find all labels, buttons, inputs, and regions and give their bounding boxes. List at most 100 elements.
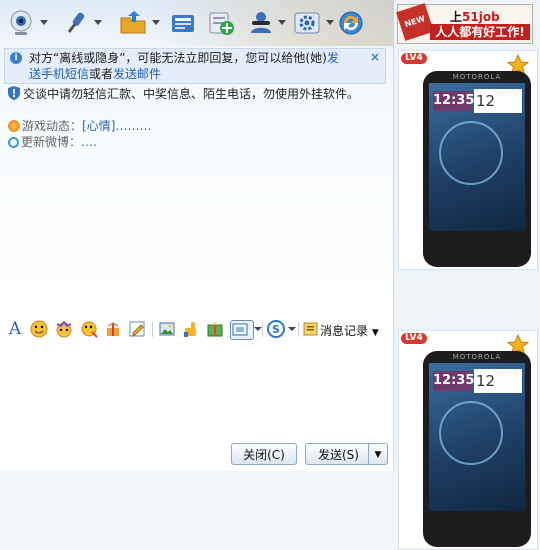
smiley-icon [30, 320, 48, 338]
chevron-down-icon[interactable] [254, 327, 262, 331]
magic-emoticon-button[interactable] [55, 320, 73, 338]
phone-brand: MOTOROLA [452, 73, 502, 81]
invite-friends-button[interactable] [246, 8, 276, 38]
toolbar-separator [298, 322, 299, 337]
user-group-icon [251, 12, 271, 33]
screenshot-button[interactable] [230, 320, 254, 340]
dial-ring [439, 401, 503, 465]
image-icon [159, 322, 175, 336]
send-sms-button[interactable] [168, 8, 198, 38]
chat-panel: i 对方“离线或隐身”，可能无法立即回复，您可以给他(她)发送手机短信或者发送邮… [0, 0, 393, 471]
gear-icon [294, 12, 320, 34]
phone-screen: 12:35 12 [429, 83, 525, 231]
send-image-button[interactable] [158, 320, 176, 338]
phone-ad-card[interactable]: LV4 … MOTOROLA 12:35 12 [398, 50, 538, 270]
level-badge: LV4 [401, 53, 427, 64]
feed-label: 更新微博： [21, 135, 82, 149]
svg-text:S: S [272, 323, 280, 336]
offline-notice-bar: i 对方“离线或隐身”，可能无法立即回复，您可以给他(她)发送手机短信或者发送邮… [4, 48, 386, 84]
game-feed: 游戏动态：[心情]……… [8, 118, 308, 134]
phone-brand: MOTOROLA [452, 353, 502, 361]
game-icon [8, 120, 20, 132]
phone-screen: 12:35 12 [429, 363, 525, 511]
message-record-icon-wrap[interactable] [302, 320, 320, 338]
screenshot-icon [232, 323, 248, 336]
new-badge: NEW [396, 3, 434, 41]
calendar-widget: 12 [474, 369, 522, 393]
phone-image: MOTOROLA 12:35 12 [423, 71, 531, 267]
soso-button[interactable]: S [267, 320, 285, 338]
mood-link[interactable]: [心情] [82, 119, 115, 133]
toolbar-separator [152, 322, 153, 337]
ad-line-1: 上51job [450, 8, 500, 25]
notice-text-part: 或者 [89, 67, 114, 81]
weibo-icon [8, 137, 19, 148]
job-ad-banner[interactable]: NEW 上51job 人人都有好工作! [396, 3, 533, 44]
settings-button[interactable] [292, 8, 322, 38]
feed-label: 游戏动态： [22, 119, 83, 133]
send-email-link[interactable]: 发送邮件 [113, 67, 161, 81]
font-icon[interactable]: A [6, 320, 24, 338]
calendar-widget: 12 [474, 89, 522, 113]
chat-toolbar [0, 0, 393, 46]
pet-button[interactable] [182, 320, 200, 338]
chevron-down-icon[interactable] [152, 20, 160, 25]
security-warning-text: 交谈中请勿轻信汇款、中奖信息、陌生电话，勿使用外挂软件。 [23, 87, 360, 101]
security-warning: 交谈中请勿轻信汇款、中奖信息、陌生电话，勿使用外挂软件。 [8, 86, 388, 102]
magic-face-icon [56, 320, 72, 338]
add-app-button[interactable] [206, 8, 236, 38]
ad-brand: 51job [462, 10, 500, 24]
gift-button[interactable] [104, 320, 122, 338]
level-badge: LV4 [401, 333, 427, 344]
offline-notice-text: 对方“离线或隐身”，可能无法立即回复，您可以给他(她)发送手机短信或者发送邮件 [29, 50, 349, 82]
search-s-icon: S [267, 320, 285, 338]
feed-tail: ……… [115, 119, 152, 133]
emoticon-button[interactable] [30, 320, 48, 338]
globe-arrow-icon [339, 11, 363, 35]
microphone-button[interactable] [60, 8, 90, 38]
message-record-label: 消息记录 [320, 324, 369, 338]
shield-icon [8, 86, 20, 100]
chevron-down-icon[interactable] [288, 327, 296, 331]
notice-text-part: 对方“离线或隐身”，可能无法立即回复，您可以给他(她) [29, 51, 327, 65]
message-record-button[interactable]: 消息记录 ▼ [320, 322, 379, 339]
hand-gift-icon [107, 322, 119, 336]
send-file-button[interactable] [118, 8, 148, 38]
doodle-button[interactable] [128, 320, 146, 338]
weibo-link[interactable]: …. [81, 135, 97, 149]
phone-nav-buttons [429, 239, 525, 261]
toolbar-separator [262, 322, 263, 337]
phone-image: MOTOROLA 12:35 12 [423, 351, 531, 547]
weibo-feed: 更新微博：…. [8, 134, 308, 150]
webcam-button[interactable] [6, 8, 36, 38]
shake-button[interactable] [80, 320, 98, 338]
phone-ad-card[interactable]: LV4 … MOTOROLA 12:35 12 [398, 330, 538, 550]
dial-ring [439, 121, 503, 185]
send-button-label: 发送(S) [318, 448, 359, 462]
info-icon: i [10, 52, 22, 64]
microphone-icon [67, 12, 85, 33]
envelope-icon [172, 15, 194, 32]
ad-line1-prefix: 上 [450, 10, 463, 24]
music-box-icon [207, 322, 223, 337]
clock-widget: 12:35 [433, 371, 474, 391]
chevron-down-icon[interactable] [40, 20, 48, 25]
green-plus-icon [209, 12, 234, 35]
chevron-down-icon[interactable] [94, 20, 102, 25]
chevron-down-icon[interactable] [278, 20, 286, 25]
folder-icon [120, 11, 146, 34]
send-options-chevron-icon[interactable]: ▼ [368, 444, 387, 464]
ad-line-2: 人人都有好工作! [430, 24, 530, 40]
message-input[interactable] [0, 342, 393, 440]
pencil-icon [129, 321, 145, 337]
thumb-icon [184, 322, 196, 337]
music-button[interactable] [206, 320, 224, 338]
chevron-down-icon[interactable] [326, 20, 334, 25]
history-icon [303, 322, 318, 336]
ad-sidebar: NEW 上51job 人人都有好工作! LV4 … MOTOROLA 12:35… [393, 0, 540, 550]
remote-assist-button[interactable] [336, 8, 366, 38]
send-button[interactable]: 发送(S) ▼ [305, 443, 388, 465]
close-icon[interactable]: × [370, 50, 380, 64]
close-button[interactable]: 关闭(C) [231, 443, 297, 465]
format-toolbar: A S 消息记录 ▼ [0, 319, 393, 341]
